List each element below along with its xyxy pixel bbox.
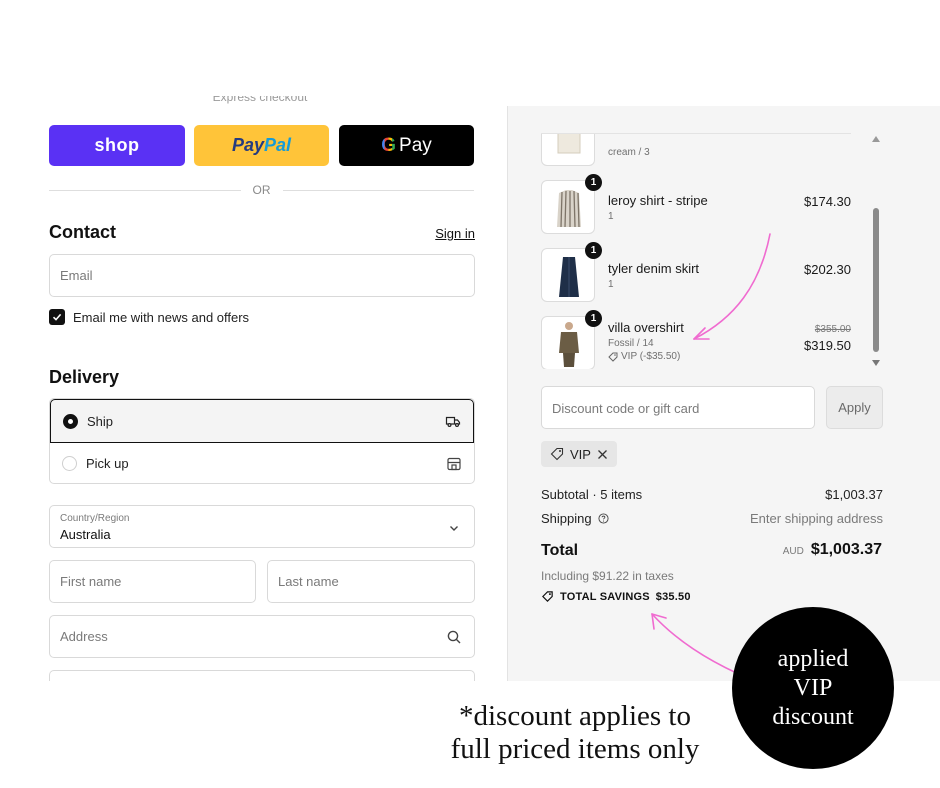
quantity-badge: 1 xyxy=(585,310,602,327)
item-variant: 1 xyxy=(608,279,614,290)
subtotal-row: Subtotal · 5 items $1,003.37 xyxy=(541,487,883,502)
store-icon xyxy=(447,457,461,470)
country-select[interactable]: Country/Region Australia xyxy=(49,505,475,548)
contact-heading: Contact xyxy=(49,222,116,242)
tag-icon xyxy=(550,447,564,461)
total-value: AUD $1,003.37 xyxy=(783,541,882,559)
total-label: Total xyxy=(541,542,579,559)
truck-icon xyxy=(445,416,461,428)
list-item: 1 villa overshirt Fossil / 14 VIP (-$35.… xyxy=(541,310,851,369)
discount-code-input[interactable]: Discount code or gift card xyxy=(541,386,815,429)
discount-footnote: *discount applies to full priced items o… xyxy=(450,700,700,765)
quantity-badge: 1 xyxy=(585,174,602,191)
item-price: $319.50 xyxy=(804,338,851,353)
total-savings: TOTAL SAVINGS $35.50 xyxy=(541,590,691,603)
item-price: $202.30 xyxy=(804,262,851,277)
item-variant: Fossil / 14 xyxy=(608,338,654,349)
item-original-price: $355.00 xyxy=(814,324,851,335)
search-icon[interactable] xyxy=(446,629,462,645)
checkout-form: Express checkout shop Pay Pal G Pay OR Con… xyxy=(0,0,507,681)
chevron-down-icon xyxy=(450,526,458,531)
vip-discount-callout: applied VIP discount xyxy=(732,607,894,769)
tags-icon xyxy=(542,591,553,602)
next-field-partial[interactable] xyxy=(49,670,475,681)
total-amount: $1,003.37 xyxy=(810,541,882,558)
google-g-icon: G xyxy=(381,134,397,156)
item-variant: 1 xyxy=(608,211,614,222)
shop-pay-button[interactable]: shop xyxy=(49,125,185,166)
ship-label: Ship xyxy=(87,413,114,429)
discount-code-label: VIP xyxy=(570,446,591,462)
address-field[interactable]: Address xyxy=(49,615,475,658)
apply-button[interactable]: Apply xyxy=(826,386,883,429)
scroll-down-arrow[interactable] xyxy=(872,360,880,366)
last-name-field[interactable]: Last name xyxy=(267,560,475,603)
help-icon[interactable] xyxy=(598,513,609,524)
or-divider: OR xyxy=(49,182,474,198)
close-icon[interactable] xyxy=(597,449,608,460)
applied-discount-tag: VIP xyxy=(541,441,617,467)
scrollbar-thumb[interactable] xyxy=(873,208,879,352)
item-discount: VIP (-$35.50) xyxy=(608,351,680,362)
quantity-badge: 1 xyxy=(585,242,602,259)
product-image: 1 xyxy=(541,242,602,302)
product-image xyxy=(541,134,595,166)
taxes-note: Including $91.22 in taxes xyxy=(541,569,674,583)
pickup-radio[interactable] xyxy=(62,456,77,471)
express-checkout-label: Express checkout xyxy=(212,96,308,104)
shipping-row: Shipping Enter shipping address xyxy=(541,511,883,526)
scroll-up-arrow[interactable] xyxy=(872,136,880,142)
ship-radio[interactable] xyxy=(63,413,78,429)
currency-code: AUD xyxy=(782,546,804,557)
cart-scrollbar[interactable] xyxy=(872,136,880,366)
item-name: tyler denim skirt xyxy=(608,261,700,276)
product-image: 1 xyxy=(541,310,602,369)
cart-items-list: cream / 3 1 leroy shirt - stripe 1 $174.… xyxy=(541,133,851,369)
list-item: 1 tyler denim skirt 1 $202.30 xyxy=(541,242,851,308)
newsletter-checkbox-row[interactable]: Email me with news and offers xyxy=(49,309,249,325)
order-summary: cream / 3 1 leroy shirt - stripe 1 $174.… xyxy=(507,106,940,681)
first-name-field[interactable]: First name xyxy=(49,560,256,603)
tag-icon xyxy=(608,352,618,362)
item-variant: cream / 3 xyxy=(608,147,650,158)
newsletter-checkbox[interactable] xyxy=(49,309,65,325)
delivery-heading: Delivery xyxy=(49,367,120,387)
newsletter-label: Email me with news and offers xyxy=(73,309,250,325)
item-name: leroy shirt - stripe xyxy=(608,193,708,208)
product-image: 1 xyxy=(541,174,602,234)
ship-option[interactable]: Ship xyxy=(50,399,474,443)
sign-in-link[interactable]: Sign in xyxy=(435,226,475,241)
list-item: cream / 3 xyxy=(541,134,851,172)
list-item: 1 leroy shirt - stripe 1 $174.30 xyxy=(541,174,851,240)
pickup-label: Pick up xyxy=(86,456,129,471)
item-name: villa overshirt xyxy=(608,320,684,335)
email-field[interactable]: Email xyxy=(49,254,475,297)
delivery-method-group: Ship Pick up xyxy=(49,398,475,484)
google-pay-button[interactable]: G Pay xyxy=(339,125,474,166)
paypal-button[interactable]: Pay Pal xyxy=(194,125,329,166)
pickup-option[interactable]: Pick up xyxy=(50,442,474,483)
item-price: $174.30 xyxy=(804,194,851,209)
